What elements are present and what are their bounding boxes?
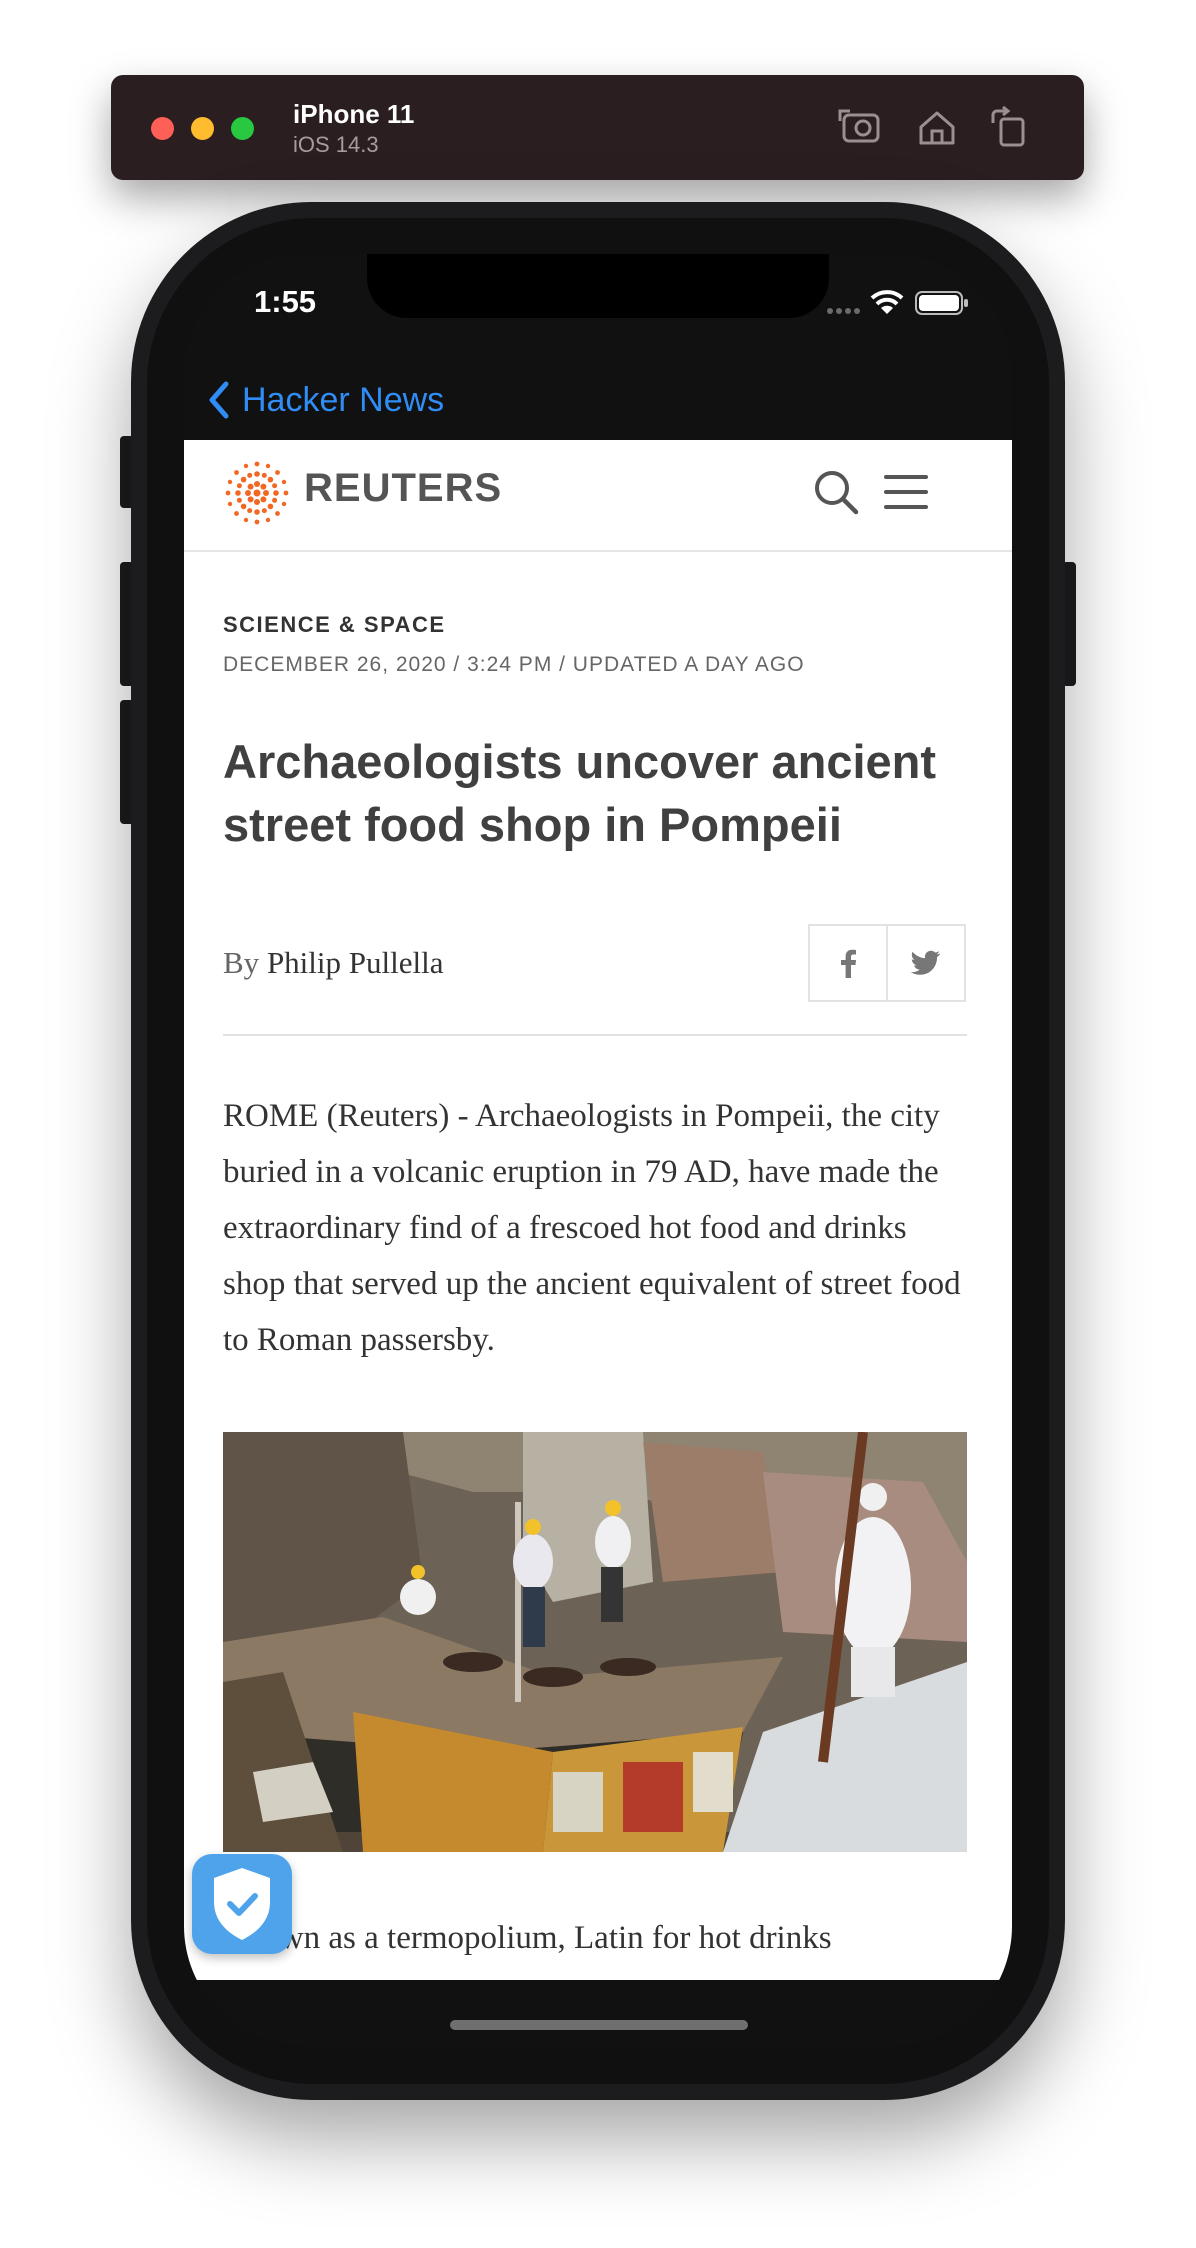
rotate-icon[interactable] [987, 105, 1033, 151]
web-content: REUTERS SCIENCE & SPACE DECEMBER 26, 202… [184, 440, 1012, 1980]
status-icons [827, 290, 968, 315]
shield-check-icon [214, 1868, 270, 1940]
article-paragraph: ROME (Reuters) - Archaeologists in Pompe… [223, 1098, 961, 1358]
section-label[interactable]: SCIENCE & SPACE [223, 612, 446, 638]
byline-divider [223, 1034, 967, 1036]
home-icon[interactable] [914, 105, 960, 151]
chevron-left-icon [209, 381, 229, 419]
zoom-window-button[interactable] [231, 117, 254, 140]
privacy-shield-button[interactable] [192, 1854, 292, 1954]
simulator-title-bar: iPhone 11 iOS 14.3 [111, 75, 1084, 180]
home-indicator[interactable] [450, 2020, 748, 2030]
battery-icon [915, 291, 968, 315]
status-time: 1:55 [254, 284, 317, 319]
twitter-share-button[interactable] [886, 926, 964, 1000]
article-photo[interactable] [223, 1432, 967, 1852]
facebook-share-button[interactable] [810, 926, 886, 1000]
author-link[interactable]: Philip Pullella [267, 945, 444, 980]
device-name: iPhone 11 [293, 99, 415, 129]
facebook-icon [841, 949, 856, 978]
phone-screen: 1:55 Hacker News REUTERS SCIENCE & SPACE… [184, 254, 1012, 2046]
search-icon[interactable] [812, 468, 860, 516]
cellular-signal-icon [827, 308, 860, 314]
article-byline: By Philip Pullella [223, 945, 443, 981]
wifi-icon [870, 290, 904, 314]
notch [367, 254, 829, 318]
reuters-logo-icon[interactable] [222, 458, 292, 528]
article-headline: Archaeologists uncover ancient street fo… [223, 735, 937, 851]
close-window-button[interactable] [151, 117, 174, 140]
article-paragraph-continued: Known as a termopolium, Latin for hot dr… [223, 1920, 832, 1956]
twitter-icon [911, 950, 940, 975]
back-button-label: Hacker News [242, 380, 445, 419]
os-version: iOS 14.3 [293, 132, 379, 157]
screenshot-icon[interactable] [838, 105, 884, 151]
article-dateline: DECEMBER 26, 2020 / 3:24 PM / UPDATED A … [223, 653, 805, 676]
back-button[interactable]: Hacker News [206, 372, 444, 428]
site-header: REUTERS [184, 440, 1012, 552]
hamburger-menu-icon[interactable] [884, 472, 928, 512]
share-buttons [808, 924, 966, 1002]
byline-prefix: By [223, 945, 260, 980]
minimize-window-button[interactable] [191, 117, 214, 140]
brand-wordmark[interactable]: REUTERS [304, 466, 502, 511]
